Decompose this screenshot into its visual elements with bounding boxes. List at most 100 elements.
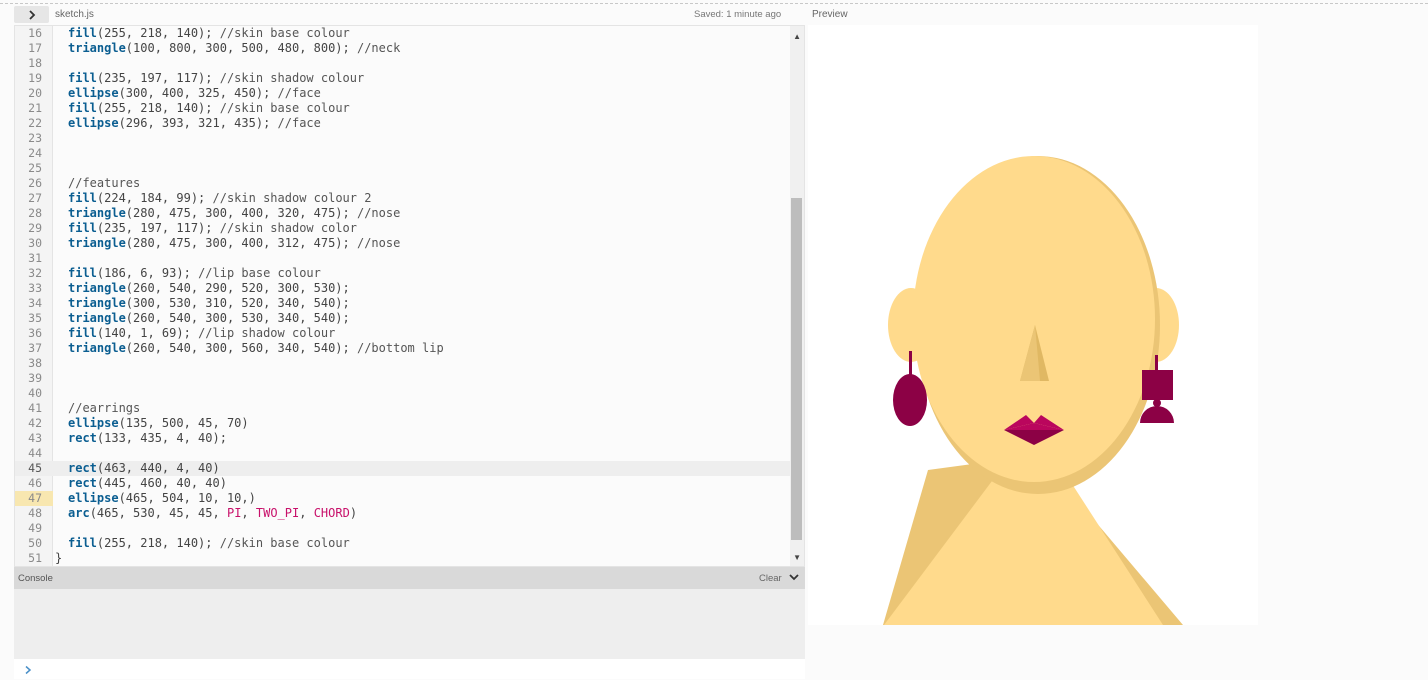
- code-text[interactable]: fill(224, 184, 99); //skin shadow colour…: [68, 191, 371, 206]
- code-text[interactable]: triangle(280, 475, 300, 400, 312, 475); …: [68, 236, 400, 251]
- console-title: Console: [18, 573, 53, 584]
- chevron-down-icon[interactable]: [788, 570, 800, 588]
- code-line[interactable]: 41 //earrings: [15, 401, 790, 416]
- code-text[interactable]: //earrings: [68, 401, 140, 416]
- code-comment: //nose: [356, 236, 401, 250]
- line-number: 38: [28, 356, 42, 370]
- code-line[interactable]: 36 fill(140, 1, 69); //lip shadow colour: [15, 326, 790, 341]
- code-line[interactable]: 51}: [15, 551, 790, 566]
- code-line[interactable]: 27 fill(224, 184, 99); //skin shadow colo…: [15, 191, 790, 206]
- code-function: triangle: [68, 311, 126, 325]
- code-text[interactable]: triangle(260, 540, 300, 530, 340, 540);: [68, 311, 350, 326]
- code-lines[interactable]: 16 fill(255, 218, 140); //skin base colou…: [15, 26, 790, 566]
- code-line[interactable]: 45 rect(463, 440, 4, 40): [15, 461, 790, 476]
- code-token: (255, 218, 140);: [96, 101, 220, 115]
- code-text[interactable]: ellipse(465, 504, 10, 10,): [68, 491, 256, 506]
- line-number: 19: [28, 71, 42, 85]
- code-line[interactable]: 18: [15, 56, 790, 71]
- code-token: (260, 540, 300, 560, 340, 540);: [125, 341, 357, 355]
- code-line[interactable]: 29 fill(235, 197, 117); //skin shadow col…: [15, 221, 790, 236]
- code-line[interactable]: 39: [15, 371, 790, 386]
- code-text[interactable]: }: [55, 551, 62, 566]
- code-text[interactable]: fill(255, 218, 140); //skin base colour: [68, 536, 350, 551]
- code-line[interactable]: 35 triangle(260, 540, 300, 530, 340, 540)…: [15, 311, 790, 326]
- code-token: (300, 530, 310, 520, 340, 540);: [125, 296, 350, 310]
- code-line[interactable]: 37 triangle(260, 540, 300, 560, 340, 540)…: [15, 341, 790, 356]
- scroll-up-icon[interactable]: ▲: [793, 32, 801, 41]
- code-text[interactable]: fill(255, 218, 140); //skin base colour: [68, 101, 350, 116]
- file-name-tab[interactable]: sketch.js: [55, 9, 94, 20]
- code-line[interactable]: 24: [15, 146, 790, 161]
- code-line[interactable]: 32 fill(186, 6, 93); //lip base colour: [15, 266, 790, 281]
- code-text[interactable]: rect(133, 435, 4, 40);: [68, 431, 227, 446]
- line-number: 26: [28, 176, 42, 190]
- code-token: (135, 500, 45, 70): [118, 416, 249, 430]
- portrait-drawing: [883, 156, 1183, 625]
- sidebar-toggle-button[interactable]: [14, 6, 49, 23]
- editor-scrollbar[interactable]: ▲ ▼: [790, 26, 804, 566]
- code-editor[interactable]: 16 fill(255, 218, 140); //skin base colou…: [14, 25, 805, 567]
- code-line[interactable]: 28 triangle(280, 475, 300, 400, 320, 475)…: [15, 206, 790, 221]
- code-text[interactable]: triangle(280, 475, 300, 400, 320, 475); …: [68, 206, 400, 221]
- code-line[interactable]: 22 ellipse(296, 393, 321, 435); //face: [15, 116, 790, 131]
- code-text[interactable]: ellipse(135, 500, 45, 70): [68, 416, 249, 431]
- scroll-down-icon[interactable]: ▼: [793, 553, 801, 562]
- code-line[interactable]: 20 ellipse(300, 400, 325, 450); //face: [15, 86, 790, 101]
- code-line[interactable]: 17 triangle(100, 800, 300, 500, 480, 800)…: [15, 41, 790, 56]
- code-line[interactable]: 50 fill(255, 218, 140); //skin base colou…: [15, 536, 790, 551]
- code-line[interactable]: 21 fill(255, 218, 140); //skin base colou…: [15, 101, 790, 116]
- code-text[interactable]: fill(140, 1, 69); //lip shadow colour: [68, 326, 335, 341]
- code-line[interactable]: 16 fill(255, 218, 140); //skin base colou…: [15, 26, 790, 41]
- code-comment: //earrings: [68, 401, 141, 415]
- code-text[interactable]: //features: [68, 176, 140, 191]
- code-token: (280, 475, 300, 400, 312, 475);: [125, 236, 357, 250]
- console-clear-button[interactable]: Clear: [759, 573, 782, 584]
- code-text[interactable]: triangle(260, 540, 300, 560, 340, 540); …: [68, 341, 444, 356]
- code-line[interactable]: 46 rect(445, 460, 40, 40): [15, 476, 790, 491]
- code-text[interactable]: ellipse(300, 400, 325, 450); //face: [68, 86, 321, 101]
- code-text[interactable]: triangle(100, 800, 300, 500, 480, 800); …: [68, 41, 400, 56]
- code-comment: //bottom lip: [356, 341, 444, 355]
- sketch-preview-canvas[interactable]: [808, 25, 1258, 625]
- code-token: (445, 460, 40, 40): [96, 476, 227, 490]
- code-text[interactable]: triangle(260, 540, 290, 520, 300, 530);: [68, 281, 350, 296]
- code-line[interactable]: 33 triangle(260, 540, 290, 520, 300, 530)…: [15, 281, 790, 296]
- code-line[interactable]: 43 rect(133, 435, 4, 40);: [15, 431, 790, 446]
- scroll-thumb[interactable]: [791, 198, 802, 540]
- right-earring-arc: [1140, 406, 1174, 423]
- code-line[interactable]: 47 ellipse(465, 504, 10, 10,): [15, 491, 790, 506]
- code-line[interactable]: 31: [15, 251, 790, 266]
- code-line[interactable]: 26 //features: [15, 176, 790, 191]
- code-line[interactable]: 48 arc(465, 530, 45, 45, PI, TWO_PI, CHOR…: [15, 506, 790, 521]
- code-function: rect: [68, 431, 97, 445]
- code-line[interactable]: 44: [15, 446, 790, 461]
- code-text[interactable]: fill(235, 197, 117); //skin shadow colou…: [68, 71, 364, 86]
- code-line[interactable]: 49: [15, 521, 790, 536]
- code-line[interactable]: 34 triangle(300, 530, 310, 520, 340, 540)…: [15, 296, 790, 311]
- code-text[interactable]: fill(255, 218, 140); //skin base colour: [68, 26, 350, 41]
- code-line[interactable]: 42 ellipse(135, 500, 45, 70): [15, 416, 790, 431]
- code-text[interactable]: rect(463, 440, 4, 40): [68, 461, 220, 476]
- line-number: 44: [28, 446, 42, 460]
- code-line[interactable]: 38: [15, 356, 790, 371]
- line-number: 33: [28, 281, 42, 295]
- code-text[interactable]: ellipse(296, 393, 321, 435); //face: [68, 116, 321, 131]
- code-token: (186, 6, 93);: [96, 266, 199, 280]
- code-comment: //skin shadow color: [219, 221, 358, 235]
- code-text[interactable]: fill(235, 197, 117); //skin shadow color: [68, 221, 357, 236]
- code-line[interactable]: 30 triangle(280, 475, 300, 400, 312, 475)…: [15, 236, 790, 251]
- code-token: (463, 440, 4, 40): [96, 461, 220, 475]
- code-text[interactable]: triangle(300, 530, 310, 520, 340, 540);: [68, 296, 350, 311]
- code-line[interactable]: 23: [15, 131, 790, 146]
- console-input[interactable]: [14, 659, 805, 679]
- code-text[interactable]: arc(465, 530, 45, 45, PI, TWO_PI, CHORD): [68, 506, 357, 521]
- console-output: [14, 589, 805, 659]
- code-text[interactable]: fill(186, 6, 93); //lip base colour: [68, 266, 321, 281]
- code-line[interactable]: 19 fill(235, 197, 117); //skin shadow col…: [15, 71, 790, 86]
- line-number: 36: [28, 326, 42, 340]
- code-line[interactable]: 25: [15, 161, 790, 176]
- code-comment: //skin shadow colour: [219, 71, 365, 85]
- code-line[interactable]: 40: [15, 386, 790, 401]
- code-token: (140, 1, 69);: [96, 326, 199, 340]
- code-text[interactable]: rect(445, 460, 40, 40): [68, 476, 227, 491]
